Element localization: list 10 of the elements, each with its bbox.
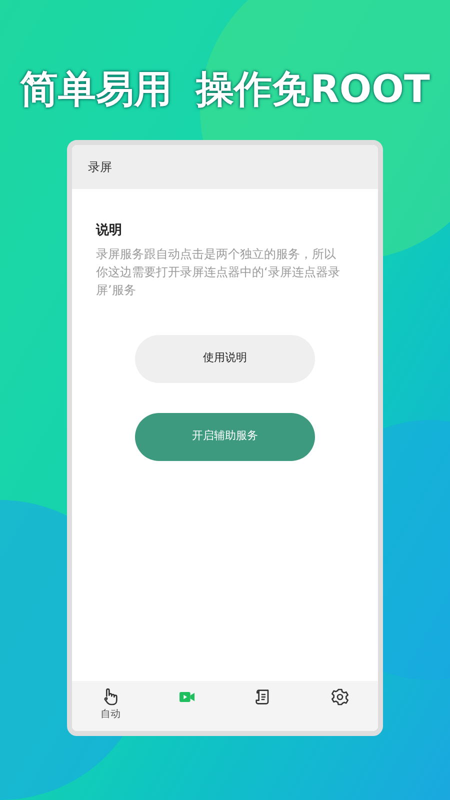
enable-service-button[interactable]: 开启辅助服务 <box>135 412 315 460</box>
instructions-button[interactable]: 使用说明 <box>135 334 315 382</box>
headline-text: 简单易用 <box>20 70 172 113</box>
window-title: 录屏 <box>88 159 112 176</box>
tab-button[interactable]: 自动 <box>100 687 120 721</box>
settings-icon <box>330 687 350 707</box>
notice-heading: 说明 <box>96 222 123 240</box>
tab-button[interactable] <box>330 687 350 707</box>
notice-text: 录屏服务跟自动点击是两个独立的服务，所以你这边需要打开录屏连点器中的‘录屏连点器录屏’服务 <box>96 246 341 298</box>
headline-text: 操作免ROOT <box>196 70 430 113</box>
